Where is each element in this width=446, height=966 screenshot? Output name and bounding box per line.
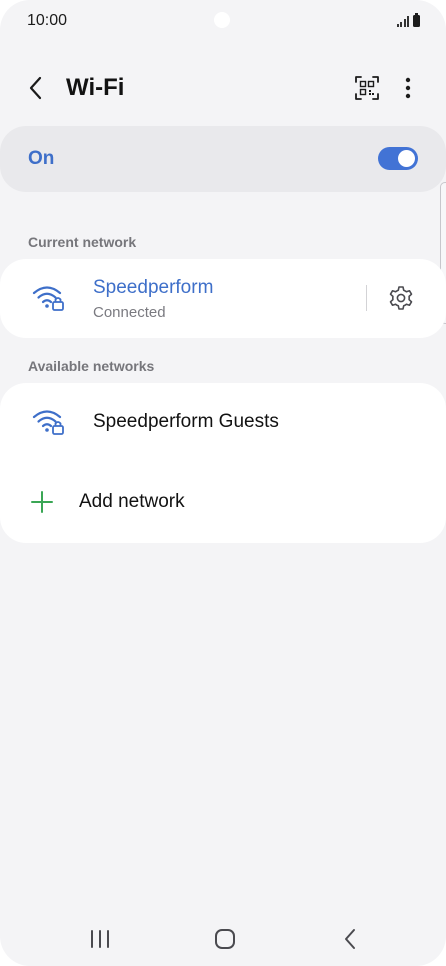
current-network-header: Current network [28,234,137,250]
screen: 10:00 Wi-Fi On Current network Speedperf… [0,0,446,966]
status-icons [396,13,420,27]
more-options-button[interactable] [392,72,424,104]
wifi-toggle-row[interactable]: On [0,126,446,192]
current-network-card: Speedperform Connected [0,259,446,338]
current-network-name: Speedperform [93,277,214,298]
front-camera [214,12,230,28]
back-button[interactable] [18,72,54,104]
signal-icon [396,15,409,27]
status-time: 10:00 [27,12,68,29]
qr-code-scan-icon [355,76,379,100]
more-vertical-icon [405,77,411,99]
available-networks-header: Available networks [28,358,155,374]
add-network-label: Add network [79,491,185,512]
plus-icon [31,491,53,513]
network-settings-button[interactable] [386,283,416,313]
switch-knob [398,150,415,167]
wifi-locked-icon [32,410,64,435]
gear-icon [389,286,413,310]
back-nav-button[interactable] [328,925,372,953]
page-title: Wi-Fi [66,74,125,101]
available-network-name: Speedperform Guests [93,411,279,432]
available-networks-card: Speedperform Guests Add network [0,383,446,543]
vertical-divider [366,285,367,311]
qr-code-button[interactable] [350,72,384,104]
chevron-left-icon [29,76,42,100]
available-network-row[interactable]: Speedperform Guests [0,383,446,463]
recent-apps-icon [91,930,109,948]
home-button[interactable] [203,925,247,953]
wifi-toggle-label: On [28,148,55,169]
battery-icon [413,13,420,27]
recent-apps-button[interactable] [78,925,122,953]
current-network-status: Connected [93,304,166,321]
navigation-bar [0,915,446,961]
current-network-row[interactable]: Speedperform Connected [0,259,446,338]
status-bar: 10:00 [0,0,446,42]
add-network-row[interactable]: Add network [0,463,446,543]
app-bar: Wi-Fi [0,62,446,114]
wifi-locked-icon [32,286,64,311]
home-icon [215,929,235,949]
wifi-toggle-switch[interactable] [378,147,418,170]
back-icon [345,929,355,949]
